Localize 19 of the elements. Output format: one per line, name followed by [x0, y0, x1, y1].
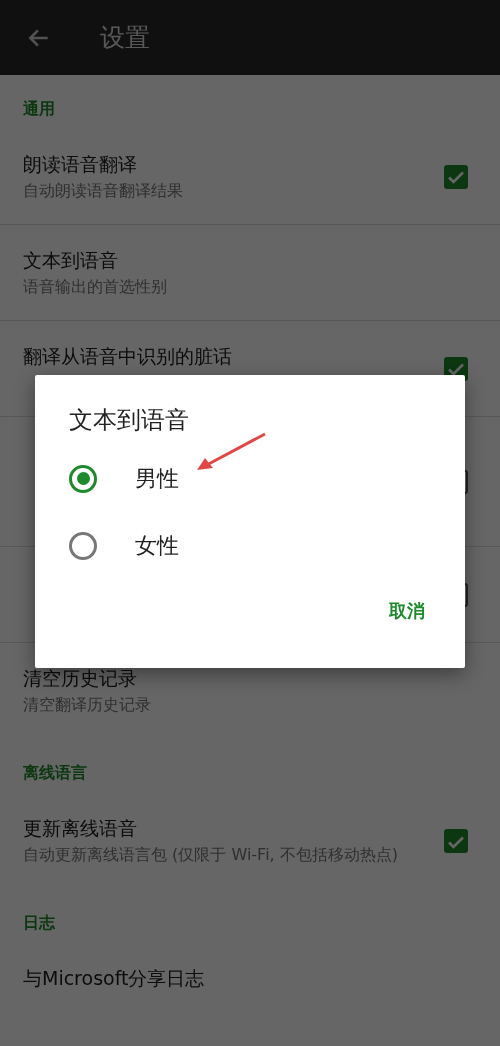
setting-title: 更新离线语音 [23, 816, 138, 841]
setting-title: 与Microsoft分享日志 [23, 966, 206, 991]
section-header: 通用 [22, 98, 56, 120]
settings-row[interactable]: 与Microsoft分享日志 [0, 943, 500, 1039]
section-header: 离线语言 [22, 762, 88, 784]
screen-title: 设置 [100, 21, 150, 54]
cancel-button[interactable]: 取消 [383, 593, 431, 628]
radio-button[interactable] [69, 464, 97, 493]
section-header: 日志 [22, 912, 56, 934]
setting-title: 翻译从语音中识别的脏话 [23, 343, 233, 369]
setting-title: 朗读语音翻译 [23, 151, 138, 177]
option-label[interactable]: 女性 [135, 529, 179, 562]
annotation-arrow [197, 432, 266, 470]
radio-button[interactable] [69, 531, 97, 560]
checkbox[interactable] [444, 829, 468, 853]
checkbox[interactable] [444, 164, 468, 189]
setting-title: 文本到语音 [23, 247, 119, 273]
option-label[interactable]: 男性 [135, 462, 179, 495]
setting-title: 清空历史记录 [23, 666, 138, 691]
